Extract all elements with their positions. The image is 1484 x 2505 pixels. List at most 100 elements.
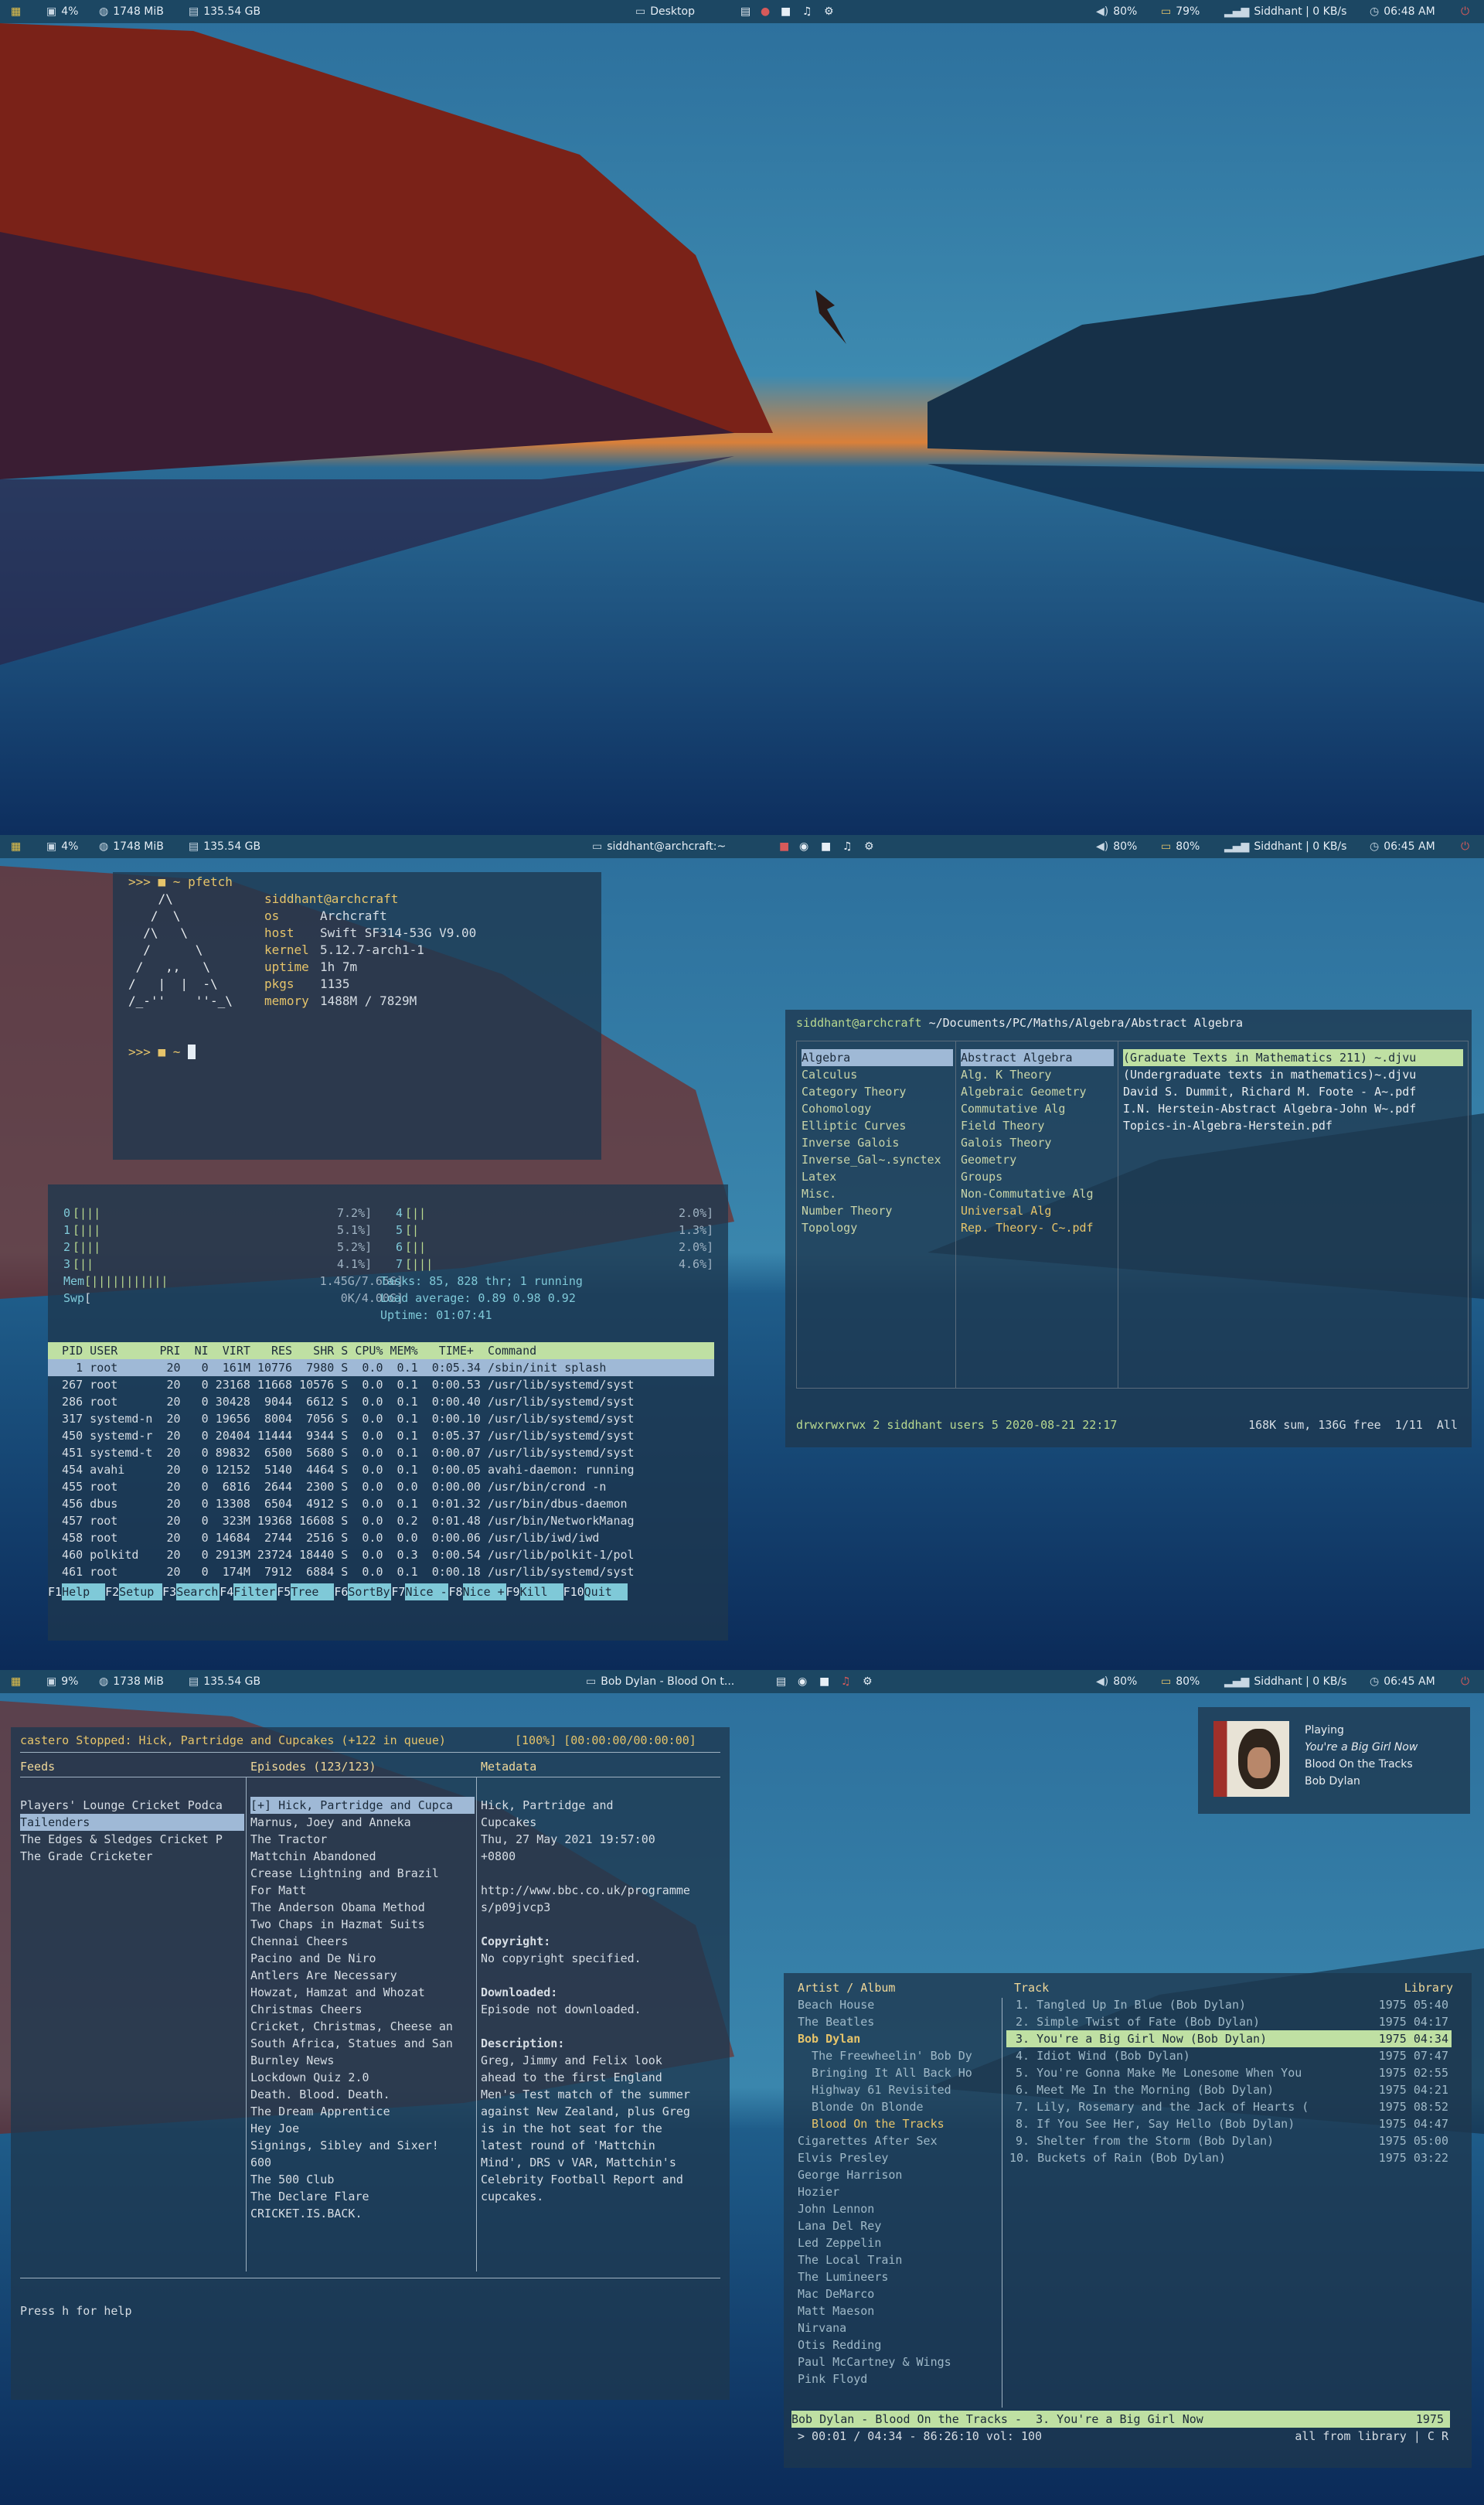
process-row[interactable]: 460 polkitd 20 0 2913M 23724 18440 S 0.0… (48, 1546, 714, 1563)
ranger-file-item[interactable]: (Undergraduate texts in mathematics)~.dj… (1123, 1066, 1463, 1083)
power-icon[interactable]: ⏻ (1461, 5, 1469, 18)
ranger-current-column[interactable]: Abstract Algebra Alg. K Theory Algebraic G… (961, 1049, 1114, 1236)
track-item[interactable]: 1. Tangled Up In Blue (Bob Dylan) 1975 05… (1006, 1996, 1452, 2013)
process-row[interactable]: 458 root 20 0 14684 2744 2516 S 0.0 0.0 … (48, 1529, 714, 1546)
artist-item[interactable]: Hozier (798, 2183, 999, 2200)
ranger-dir-item[interactable]: Groups (961, 1168, 1114, 1185)
ranger-dir-item[interactable]: Rep. Theory- C~.pdf (961, 1219, 1114, 1236)
process-row[interactable]: 455 root 20 0 6816 2644 2300 S 0.0 0.0 0… (48, 1478, 714, 1495)
process-list[interactable]: 1 root 20 0 161M 10776 7980 S 0.0 0.1 0:… (48, 1359, 714, 1580)
menu-icon[interactable]: ▦ (11, 840, 21, 853)
feed-item[interactable]: The Edges & Sledges Cricket P (20, 1831, 244, 1848)
files-launcher-icon[interactable]: ■ (819, 1675, 829, 1688)
artist-item[interactable]: The Local Train (798, 2251, 999, 2268)
function-key-action[interactable]: Tree (291, 1583, 335, 1600)
artist-item[interactable]: The Lumineers (798, 2268, 999, 2285)
files-launcher-icon[interactable]: ■ (821, 840, 831, 853)
track-item[interactable]: 10. Buckets of Rain (Bob Dylan) 1975 03:2… (1006, 2149, 1452, 2166)
ranger-file-item[interactable]: (Graduate Texts in Mathematics 211) ~.dj… (1123, 1049, 1463, 1066)
episode-item[interactable]: 600 (250, 2154, 475, 2171)
process-row[interactable]: 267 root 20 0 23168 11668 10576 S 0.0 0.… (48, 1376, 714, 1393)
artist-item[interactable]: Matt Maeson (798, 2302, 999, 2319)
ranger-file-item[interactable]: Topics-in-Algebra-Herstein.pdf (1123, 1117, 1463, 1134)
browser-launcher-icon[interactable]: ● (761, 5, 770, 18)
cmus-terminal[interactable]: Artist / Album Track Library Beach House… (784, 1973, 1472, 2468)
ranger-file-item[interactable]: David S. Dummit, Richard M. Foote - A~.p… (1123, 1083, 1463, 1100)
ranger-dir-item[interactable]: Field Theory (961, 1117, 1114, 1134)
episodes-list[interactable]: [+] Hick, Partridge and Cupca Marnus, Joe… (250, 1797, 475, 2222)
function-key-action[interactable]: Kill (519, 1583, 563, 1600)
feed-item[interactable]: Tailenders (20, 1814, 244, 1831)
artist-item[interactable]: The Freewheelin' Bob Dy (798, 2047, 999, 2064)
artist-item[interactable]: Cigarettes After Sex (798, 2132, 999, 2149)
process-row[interactable]: 461 root 20 0 174M 7912 6884 S 0.0 0.1 0… (48, 1563, 714, 1580)
track-item[interactable]: 9. Shelter from the Storm (Bob Dylan) 197… (1006, 2132, 1452, 2149)
artist-item[interactable]: Pink Floyd (798, 2370, 999, 2387)
ranger-dir-item[interactable]: Category Theory (802, 1083, 953, 1100)
ranger-dir-item[interactable]: Abstract Algebra (961, 1049, 1114, 1066)
menu-icon[interactable]: ▦ (11, 5, 21, 18)
power-icon[interactable]: ⏻ (1461, 1675, 1469, 1688)
episode-item[interactable]: Death. Blood. Death. (250, 2086, 475, 2103)
track-list[interactable]: 1. Tangled Up In Blue (Bob Dylan) 1975 05… (1006, 1996, 1452, 2166)
function-key-action[interactable]: Quit (584, 1583, 628, 1600)
artist-item[interactable]: Blood On the Tracks (798, 2115, 999, 2132)
episode-item[interactable]: Burnley News (250, 2052, 475, 2069)
ranger-file-item[interactable]: I.N. Herstein-Abstract Algebra-John W~.p… (1123, 1100, 1463, 1117)
process-row[interactable]: 454 avahi 20 0 12152 5140 4464 S 0.0 0.1… (48, 1461, 714, 1478)
power-icon[interactable]: ⏻ (1461, 840, 1469, 853)
episode-item[interactable]: Signings, Sibley and Sixer! (250, 2137, 475, 2154)
artist-item[interactable]: The Beatles (798, 2013, 999, 2030)
ranger-dir-item[interactable]: Geometry (961, 1151, 1114, 1168)
track-item[interactable]: 6. Meet Me In the Morning (Bob Dylan) 197… (1006, 2081, 1452, 2098)
episode-item[interactable]: Marnus, Joey and Anneka (250, 1814, 475, 1831)
browser-launcher-icon[interactable]: ◉ (799, 840, 808, 853)
ranger-dir-item[interactable]: Commutative Alg (961, 1100, 1114, 1117)
episode-item[interactable]: Crease Lightning and Brazil (250, 1865, 475, 1882)
music-launcher-icon[interactable]: ♫ (841, 1675, 851, 1688)
settings-launcher-icon[interactable]: ⚙ (864, 840, 874, 853)
ranger-dir-item[interactable]: Topology (802, 1219, 953, 1236)
function-key-action[interactable]: Setup (119, 1583, 163, 1600)
process-row[interactable]: 457 root 20 0 323M 19368 16608 S 0.0 0.2… (48, 1512, 714, 1529)
artist-item[interactable]: Highway 61 Revisited (798, 2081, 999, 2098)
castero-terminal[interactable]: castero Stopped: Hick, Partridge and Cup… (11, 1727, 730, 2400)
artist-item[interactable]: Blonde On Blonde (798, 2098, 999, 2115)
track-item[interactable]: 3. You're a Big Girl Now (Bob Dylan) 1975… (1006, 2030, 1452, 2047)
ranger-dir-item[interactable]: Latex (802, 1168, 953, 1185)
function-key-action[interactable]: Help (62, 1583, 106, 1600)
artist-item[interactable]: John Lennon (798, 2200, 999, 2217)
ranger-terminal[interactable]: siddhant@archcraft ~/Documents/PC/Maths/… (785, 1010, 1472, 1447)
terminal-launcher-icon[interactable]: ■ (779, 840, 789, 853)
volume-icon[interactable]: ◀) (1096, 1675, 1108, 1688)
episode-item[interactable]: Christmas Cheers (250, 2001, 475, 2018)
now-playing-notification[interactable]: Playing You're a Big Girl Now Blood On t… (1198, 1707, 1470, 1814)
function-keys[interactable]: F1Help F2Setup F3Search F4Filter F5Tree F6Sor… (48, 1583, 714, 1600)
process-row[interactable]: 451 systemd-t 20 0 89832 6500 5680 S 0.0… (48, 1444, 714, 1461)
ranger-dir-item[interactable]: Inverse Galois (802, 1134, 953, 1151)
artist-list[interactable]: Beach House The Beatles Bob Dylan The Free… (798, 1996, 999, 2387)
artist-item[interactable]: George Harrison (798, 2166, 999, 2183)
artist-item[interactable]: Bringing It All Back Ho (798, 2064, 999, 2081)
episode-item[interactable]: Lockdown Quiz 2.0 (250, 2069, 475, 2086)
artist-item[interactable]: Mac DeMarco (798, 2285, 999, 2302)
ranger-dir-item[interactable]: Universal Alg (961, 1202, 1114, 1219)
function-key-action[interactable]: Nice - (405, 1583, 449, 1600)
episode-item[interactable]: Antlers Are Necessary (250, 1967, 475, 1984)
htop-terminal[interactable]: 0 [||| 7.2%] 4 [|| 2.0%] 1 [||| 5.1%] 5 [| 1.3%] 2 [|… (48, 1184, 728, 1641)
artist-item[interactable]: Paul McCartney & Wings (798, 2353, 999, 2370)
process-row[interactable]: 1 root 20 0 161M 10776 7980 S 0.0 0.1 0:… (48, 1359, 714, 1376)
artist-item[interactable]: Bob Dylan (798, 2030, 999, 2047)
process-row[interactable]: 286 root 20 0 30428 9044 6612 S 0.0 0.1 … (48, 1393, 714, 1410)
episode-item[interactable]: Chennai Cheers (250, 1933, 475, 1950)
function-key-action[interactable]: Filter (233, 1583, 277, 1600)
function-key-action[interactable]: Nice + (462, 1583, 506, 1600)
browser-launcher-icon[interactable]: ◉ (798, 1675, 807, 1688)
music-launcher-icon[interactable]: ♫ (802, 5, 812, 18)
ranger-dir-item[interactable]: Elliptic Curves (802, 1117, 953, 1134)
ranger-dir-item[interactable]: Number Theory (802, 1202, 953, 1219)
ranger-dir-item[interactable]: Misc. (802, 1185, 953, 1202)
episode-item[interactable]: Mattchin Abandoned (250, 1848, 475, 1865)
settings-launcher-icon[interactable]: ⚙ (863, 1675, 873, 1688)
ranger-dir-item[interactable]: Inverse_Gal~.synctex (802, 1151, 953, 1168)
